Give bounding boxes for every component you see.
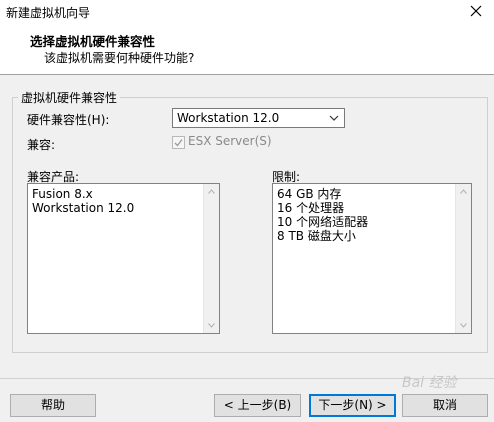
window-title: 新建虚拟机向导 [6,6,91,20]
list-item: 16 个处理器 [277,201,345,215]
list-item: 10 个网络适配器 [277,215,369,229]
scroll-down-icon[interactable] [208,323,215,328]
limits-listbox[interactable]: 64 GB 内存 16 个处理器 10 个网络适配器 8 TB 磁盘大小 [272,183,472,334]
limits-scrollbar[interactable] [455,184,471,333]
wizard-header: 选择虚拟机硬件兼容性 该虚拟机需要何种硬件功能? [0,24,494,75]
list-item: 8 TB 磁盘大小 [277,229,356,243]
scroll-up-icon[interactable] [460,189,467,194]
hw-compat-value: Workstation 12.0 [177,111,280,125]
back-button[interactable]: < 上一步(B) [214,394,301,417]
checkbox-box [172,136,185,149]
check-icon [174,139,183,147]
products-listbox[interactable]: Fusion 8.x Workstation 12.0 [27,183,220,334]
page-subtitle: 该虚拟机需要何种硬件功能? [44,51,195,65]
hw-compat-label: 硬件兼容性(H): [27,113,110,127]
close-button[interactable] [468,3,484,19]
list-item: Fusion 8.x [32,187,93,201]
title-bar: 新建虚拟机向导 [0,0,494,25]
group-title: 虚拟机硬件兼容性 [18,89,121,106]
scroll-up-icon[interactable] [208,189,215,194]
watermark: Bai 经验 [402,375,457,391]
cancel-button[interactable]: 取消 [402,394,488,417]
hw-compat-select[interactable]: Workstation 12.0 [172,108,345,128]
close-icon [470,5,482,17]
chevron-down-icon [329,115,339,121]
esx-server-label: ESX Server(S) [188,134,272,148]
compat-label: 兼容: [27,138,56,152]
list-item: 64 GB 内存 [277,187,342,201]
products-scrollbar[interactable] [203,184,219,333]
scroll-down-icon[interactable] [460,323,467,328]
help-button[interactable]: 帮助 [10,394,96,417]
page-title: 选择虚拟机硬件兼容性 [30,34,156,49]
next-button[interactable]: 下一步(N) > [309,394,396,417]
list-item: Workstation 12.0 [32,201,135,215]
